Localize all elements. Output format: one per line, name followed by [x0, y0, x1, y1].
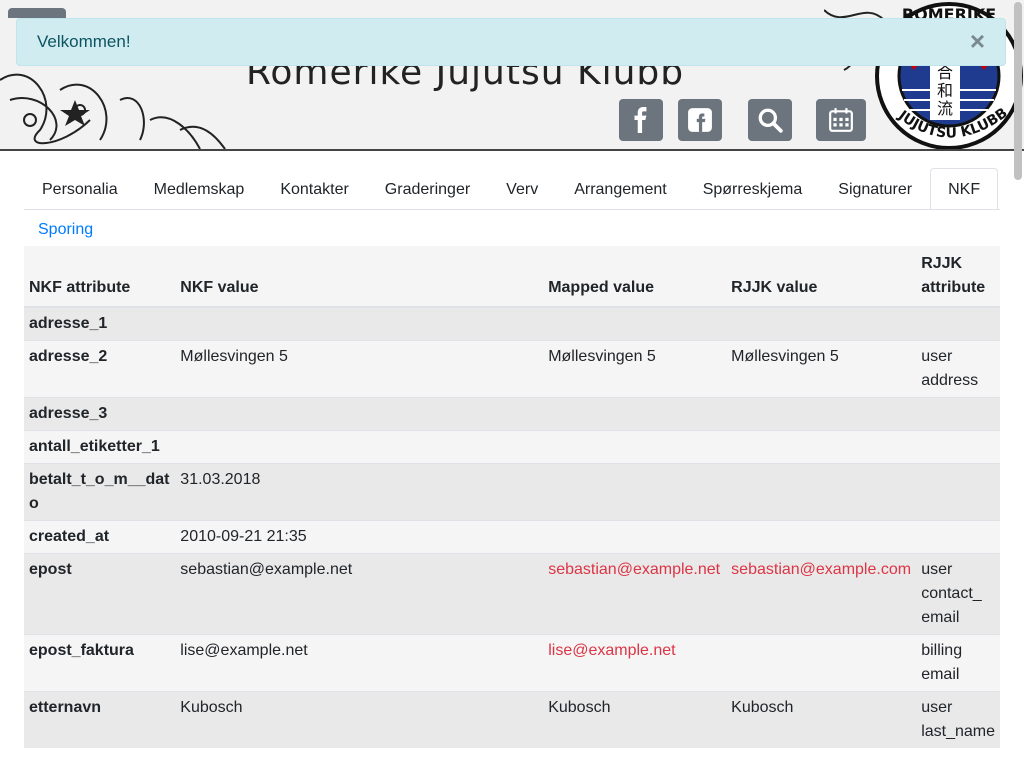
cell-attr: created_at	[24, 520, 176, 554]
tab-arrangement[interactable]: Arrangement	[556, 168, 685, 210]
cell-rjjk-attr: user last_name	[916, 691, 1000, 748]
cell-mapped: sebastian@example.net	[543, 553, 727, 635]
table-row: etternavn Kubosch Kubosch Kubosch user last_…	[24, 691, 1000, 748]
cell-mapped	[543, 520, 727, 554]
header-nkf-value: NKF value	[175, 246, 544, 308]
tab-signaturer[interactable]: Signaturer	[820, 168, 930, 210]
nkf-comparison-table: NKF attribute NKF value Mapped value RJJ…	[24, 246, 1000, 748]
facebook-icon	[634, 107, 647, 133]
cell-rjjk-attr	[916, 306, 1000, 341]
cell-rjjk: Møllesvingen 5	[726, 340, 917, 398]
close-alert-button[interactable]: ×	[970, 28, 985, 54]
svg-text:和: 和	[937, 81, 953, 100]
table-row: epost_faktura lise@example.net lise@exampl…	[24, 634, 1000, 692]
search-button[interactable]	[748, 99, 792, 141]
cell-rjjk-attr	[916, 397, 1000, 431]
tab-sp-rreskjema[interactable]: Spørreskjema	[685, 168, 821, 210]
cell-rjjk-attr	[916, 430, 1000, 464]
cell-rjjk-attr: billing email	[916, 634, 1000, 692]
member-tabs: Personalia Medlemskap Kontakter Graderinger…	[24, 168, 1000, 248]
header-nkf-attribute: NKF attribute	[24, 246, 176, 308]
header-rjjk-value: RJJK value	[726, 246, 917, 308]
table-row: created_at 2010-09-21 21:35	[24, 520, 1000, 554]
menu-toggle-button[interactable]	[8, 8, 66, 18]
tab-personalia[interactable]: Personalia	[24, 168, 136, 210]
cell-rjjk-attr: user contact_ email	[916, 553, 1000, 635]
tab-divider	[24, 209, 1000, 210]
cell-nkf: Kubosch	[175, 691, 544, 748]
cell-rjjk-attr: user address	[916, 340, 1000, 398]
cell-rjjk	[726, 463, 917, 521]
cell-rjjk-attr	[916, 463, 1000, 521]
cell-nkf: sebastian@example.net	[175, 553, 544, 635]
cell-rjjk: Kubosch	[726, 691, 917, 748]
alert-message: Velkommen!	[37, 32, 131, 51]
cell-mapped: Møllesvingen 5	[543, 340, 727, 398]
cell-rjjk-attr	[916, 520, 1000, 554]
calendar-button[interactable]	[816, 99, 866, 141]
cell-attr: epost_faktura	[24, 634, 176, 692]
search-icon	[758, 108, 783, 133]
cell-nkf	[175, 430, 544, 464]
cell-rjjk	[726, 430, 917, 464]
tab-verv[interactable]: Verv	[488, 168, 556, 210]
cell-rjjk	[726, 397, 917, 431]
tab-row-secondary: Sporing	[24, 210, 1000, 248]
cell-rjjk	[726, 520, 917, 554]
svg-text:流: 流	[937, 99, 953, 118]
page-scrollbar[interactable]	[1014, 2, 1022, 180]
tab-graderinger[interactable]: Graderinger	[367, 168, 488, 210]
tab-nkf[interactable]: NKF	[930, 168, 999, 210]
facebook-button[interactable]	[619, 99, 663, 141]
table-header-row: NKF attribute NKF value Mapped value RJJ…	[24, 246, 1000, 308]
cell-mapped: Kubosch	[543, 691, 727, 748]
cell-attr: betalt_t_o_m__dato	[24, 463, 176, 521]
tab-sporing[interactable]: Sporing	[24, 210, 107, 248]
cell-mapped	[543, 430, 727, 464]
nkf-table-container: NKF attribute NKF value Mapped value RJJ…	[24, 246, 1000, 748]
cell-nkf: lise@example.net	[175, 634, 544, 692]
cell-mapped	[543, 463, 727, 521]
facebook-group-button[interactable]	[678, 99, 722, 141]
cell-attr: adresse_1	[24, 306, 176, 341]
welcome-alert: Velkommen! ×	[16, 18, 1006, 66]
cell-attr: adresse_2	[24, 340, 176, 398]
cell-rjjk	[726, 306, 917, 341]
table-row: antall_etiketter_1	[24, 430, 1000, 464]
table-row: betalt_t_o_m__dato 31.03.2018	[24, 463, 1000, 521]
cell-nkf	[175, 397, 544, 431]
cell-nkf: 2010-09-21 21:35	[175, 520, 544, 554]
cell-rjjk: sebastian@example.com	[726, 553, 917, 635]
tab-kontakter[interactable]: Kontakter	[262, 168, 366, 210]
tab-row-primary: Personalia Medlemskap Kontakter Graderinger…	[24, 168, 1000, 210]
cell-attr: adresse_3	[24, 397, 176, 431]
cell-nkf: Møllesvingen 5	[175, 340, 544, 398]
cell-mapped	[543, 397, 727, 431]
cell-attr: etternavn	[24, 691, 176, 748]
cell-rjjk	[726, 634, 917, 692]
table-row: adresse_3	[24, 397, 1000, 431]
tab-medlemskap[interactable]: Medlemskap	[136, 168, 263, 210]
cell-nkf	[175, 306, 544, 341]
table-row: adresse_2 Møllesvingen 5 Møllesvingen 5 Møl…	[24, 340, 1000, 398]
cell-mapped	[543, 306, 727, 341]
facebook-square-icon	[688, 108, 712, 132]
header-rjjk-attribute: RJJK attribute	[916, 246, 1000, 308]
cell-attr: antall_etiketter_1	[24, 430, 176, 464]
table-row: epost sebastian@example.net sebastian@exam…	[24, 553, 1000, 635]
header-mapped-value: Mapped value	[543, 246, 727, 308]
calendar-icon	[829, 108, 853, 132]
cell-mapped: lise@example.net	[543, 634, 727, 692]
cell-attr: epost	[24, 553, 176, 635]
table-row: adresse_1	[24, 306, 1000, 341]
cell-nkf: 31.03.2018	[175, 463, 544, 521]
